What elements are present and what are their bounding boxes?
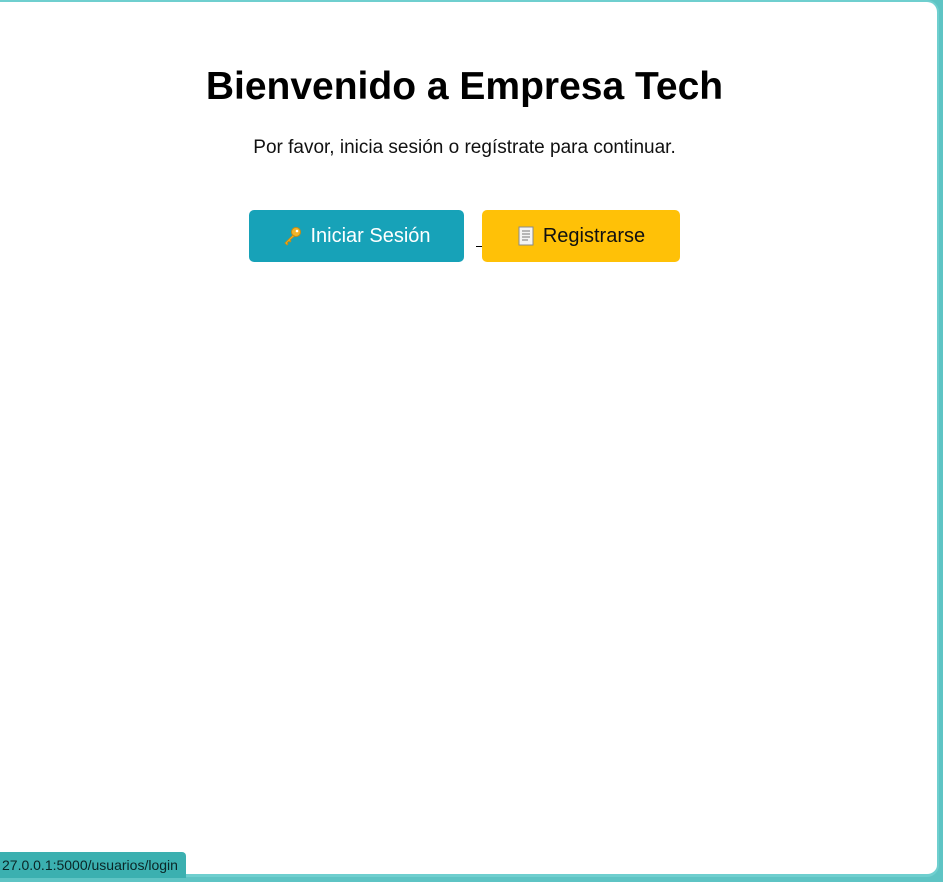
register-button[interactable]: Registrarse <box>482 210 680 262</box>
document-icon <box>517 226 535 246</box>
page-container: Bienvenido a Empresa Tech Por favor, ini… <box>0 0 939 877</box>
login-button-label: Iniciar Sesión <box>310 224 431 247</box>
status-bar-url: 27.0.0.1:5000/usuarios/login <box>0 852 186 878</box>
page-subtitle: Por favor, inicia sesión o regístrate pa… <box>253 137 676 158</box>
key-icon <box>282 226 302 246</box>
register-button-label: Registrarse <box>542 224 646 247</box>
login-button[interactable]: Iniciar Sesión <box>249 210 464 262</box>
page-title: Bienvenido a Empresa Tech <box>205 65 724 108</box>
